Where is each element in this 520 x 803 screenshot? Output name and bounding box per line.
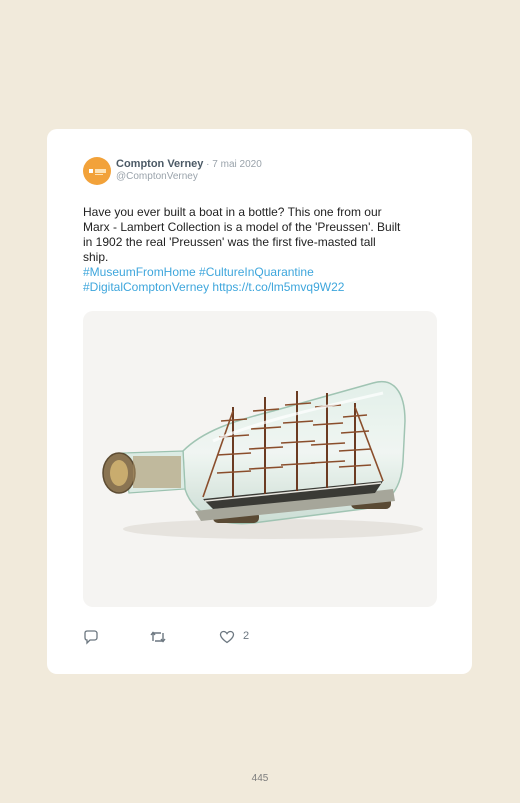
logo-mark	[89, 169, 93, 173]
page-number: 445	[251, 773, 269, 784]
author-line: Compton Verney · 7 mai 2020	[116, 158, 262, 170]
tweet-card: Compton Verney · 7 mai 2020 @ComptonVern…	[47, 129, 472, 674]
reply-icon	[84, 630, 98, 645]
tweet-actions: 2	[83, 629, 443, 647]
tweet-text-line: in 1902 the real 'Preussen' was the firs…	[83, 235, 376, 249]
retweet-button[interactable]	[149, 629, 167, 647]
ship-in-bottle-illustration	[102, 380, 423, 539]
cork-top	[110, 460, 128, 486]
reply-button[interactable]	[83, 629, 99, 647]
tweet-text-line: Have you ever built a boat in a bottle? …	[83, 205, 382, 219]
hashtags-line[interactable]: #MuseumFromHome #CultureInQuarantine	[83, 265, 443, 280]
like-count: 2	[243, 630, 250, 642]
logo-mark	[95, 174, 103, 175]
hashtags-link-line[interactable]: #DigitalComptonVerney https://t.co/lm5mv…	[83, 280, 443, 295]
author-handle[interactable]: @ComptonVerney	[116, 171, 198, 182]
cork-body	[133, 456, 181, 488]
tweet-text: Have you ever built a boat in a bottle? …	[83, 205, 443, 265]
like-button[interactable]	[219, 629, 235, 647]
avatar[interactable]	[83, 157, 111, 185]
tweet-date[interactable]: 7 mai 2020	[212, 159, 261, 170]
heart-icon	[219, 630, 235, 644]
logo-mark	[95, 169, 106, 173]
shadow	[123, 519, 423, 539]
tweet-image[interactable]	[83, 311, 437, 607]
tweet-links: #MuseumFromHome #CultureInQuarantine #Di…	[83, 265, 443, 295]
tweet-text-line: ship.	[83, 250, 109, 264]
retweet-icon	[150, 631, 166, 643]
tweet-text-line: Marx - Lambert Collection is a model of …	[83, 220, 401, 234]
separator: ·	[203, 159, 213, 170]
author-name[interactable]: Compton Verney	[116, 158, 203, 170]
